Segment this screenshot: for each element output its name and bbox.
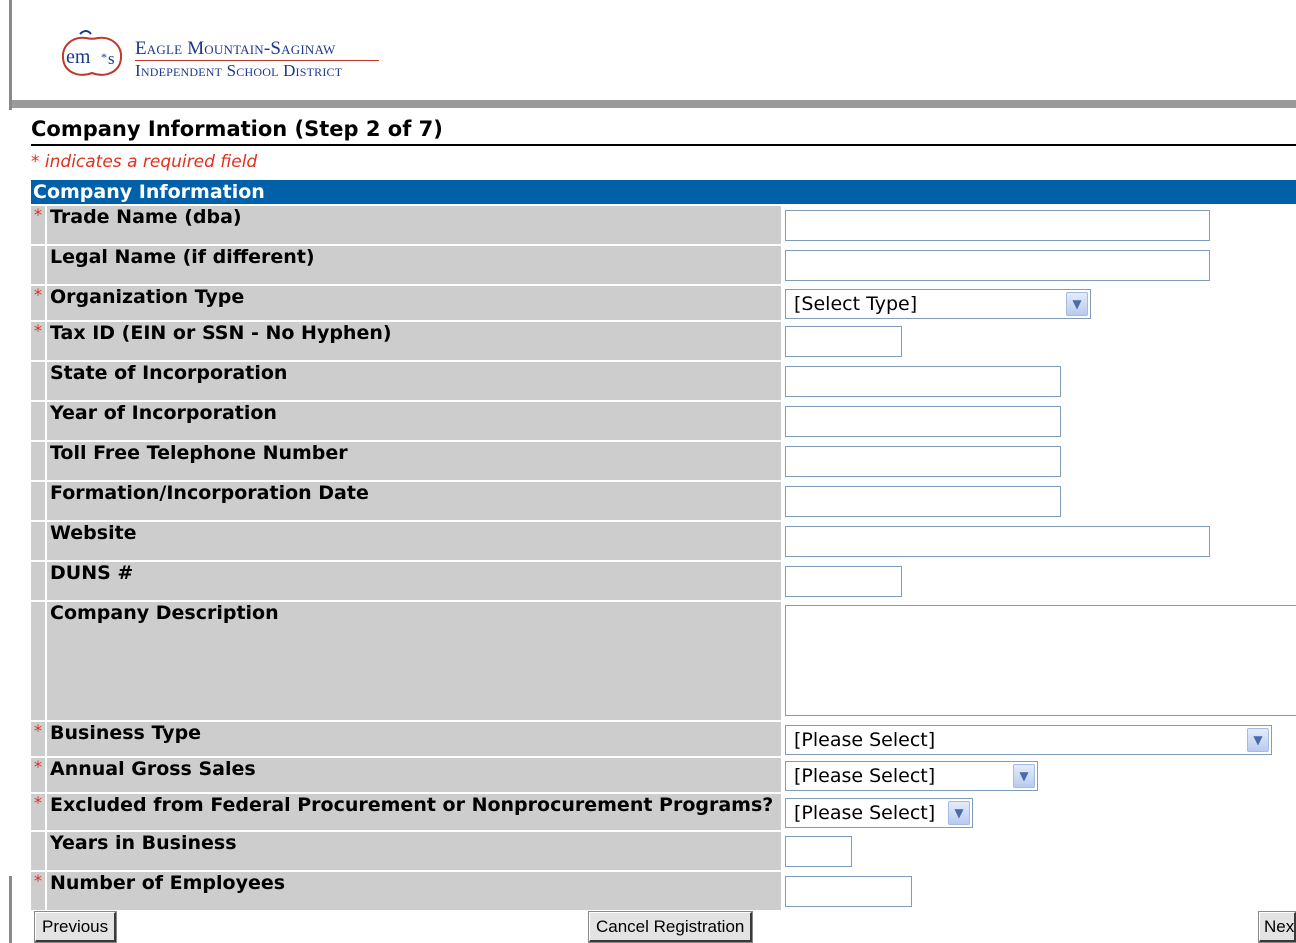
toll-free-phone-input[interactable] xyxy=(785,446,1061,477)
field-label: Toll Free Telephone Number xyxy=(47,442,781,480)
form-row-year-of-incorporation: Year of Incorporation xyxy=(31,402,1296,440)
marker-cell xyxy=(31,482,45,520)
form-row-business-type: * Business Type [Please Select] ▼ xyxy=(31,722,1296,756)
svg-text:em: em xyxy=(66,46,91,68)
tax-id-input[interactable] xyxy=(785,326,902,357)
marker-cell xyxy=(31,832,45,870)
previous-button[interactable]: Previous xyxy=(33,911,118,943)
title-divider xyxy=(31,144,1296,146)
field-label: Year of Incorporation xyxy=(47,402,781,440)
chevron-down-icon[interactable]: ▼ xyxy=(1247,728,1269,752)
marker-cell xyxy=(31,246,45,284)
form-row-trade-name: * Trade Name (dba) xyxy=(31,206,1296,244)
field-label: Organization Type xyxy=(47,286,781,320)
district-logo: em s * Eagle Mountain-Saginaw Independen… xyxy=(58,24,388,86)
field-label: Business Type xyxy=(47,722,781,756)
form-row-company-description: Company Description xyxy=(31,602,1296,720)
field-label: Excluded from Federal Procurement or Non… xyxy=(47,794,781,830)
year-of-incorporation-input[interactable] xyxy=(785,406,1061,437)
website-input[interactable] xyxy=(785,526,1210,557)
chevron-down-icon[interactable]: ▼ xyxy=(948,801,970,825)
number-of-employees-input[interactable] xyxy=(785,876,912,907)
required-field-note: * indicates a required field xyxy=(31,152,258,172)
form-row-website: Website xyxy=(31,522,1296,560)
form-row-tax-id: * Tax ID (EIN or SSN - No Hyphen) xyxy=(31,322,1296,360)
header-divider xyxy=(12,100,1296,108)
form-row-number-of-employees: * Number of Employees xyxy=(31,872,1296,910)
section-header: Company Information xyxy=(31,180,1296,204)
required-marker: * xyxy=(31,206,45,244)
required-marker: * xyxy=(31,722,45,756)
federal-exclusion-select[interactable]: [Please Select] ▼ xyxy=(785,798,973,828)
svg-text:*: * xyxy=(101,50,107,64)
duns-input[interactable] xyxy=(785,566,902,597)
left-border xyxy=(9,0,12,110)
legal-name-input[interactable] xyxy=(785,250,1210,281)
svg-text:s: s xyxy=(108,49,115,68)
required-marker: * xyxy=(31,286,45,320)
form-row-annual-gross-sales: * Annual Gross Sales [Please Select] ▼ xyxy=(31,758,1296,792)
next-button[interactable]: Next xyxy=(1258,911,1296,943)
required-marker: * xyxy=(31,794,45,830)
marker-cell xyxy=(31,522,45,560)
formation-date-input[interactable] xyxy=(785,486,1061,517)
marker-cell xyxy=(31,442,45,480)
form-row-duns: DUNS # xyxy=(31,562,1296,600)
annual-gross-sales-select[interactable]: [Please Select] ▼ xyxy=(785,761,1038,791)
required-marker: * xyxy=(31,322,45,360)
chevron-down-icon[interactable]: ▼ xyxy=(1066,292,1088,316)
field-label: Tax ID (EIN or SSN - No Hyphen) xyxy=(47,322,781,360)
field-label: Legal Name (if different) xyxy=(47,246,781,284)
form-row-legal-name: Legal Name (if different) xyxy=(31,246,1296,284)
marker-cell xyxy=(31,562,45,600)
organization-type-select[interactable]: [Select Type] ▼ xyxy=(785,289,1091,319)
form-row-federal-exclusion: * Excluded from Federal Procurement or N… xyxy=(31,794,1296,830)
field-label: Annual Gross Sales xyxy=(47,758,781,792)
logo-title: Eagle Mountain-Saginaw xyxy=(135,38,336,59)
select-value: [Please Select] xyxy=(794,765,936,787)
marker-cell xyxy=(31,602,45,720)
chevron-down-icon[interactable]: ▼ xyxy=(1013,764,1035,788)
field-label: Formation/Incorporation Date xyxy=(47,482,781,520)
field-label: DUNS # xyxy=(47,562,781,600)
form-row-years-in-business: Years in Business xyxy=(31,832,1296,870)
select-value: [Select Type] xyxy=(794,293,918,315)
marker-cell xyxy=(31,402,45,440)
required-marker: * xyxy=(31,872,45,910)
trade-name-input[interactable] xyxy=(785,210,1210,241)
field-label: State of Incorporation xyxy=(47,362,781,400)
company-description-textarea[interactable] xyxy=(785,605,1296,716)
state-of-incorporation-input[interactable] xyxy=(785,366,1061,397)
select-value: [Please Select] xyxy=(794,729,936,751)
years-in-business-input[interactable] xyxy=(785,836,852,867)
apple-logo-icon: em s * xyxy=(61,30,123,76)
form-row-state-of-incorporation: State of Incorporation xyxy=(31,362,1296,400)
field-label: Number of Employees xyxy=(47,872,781,910)
field-label: Company Description xyxy=(47,602,781,720)
page-title: Company Information (Step 2 of 7) xyxy=(31,117,443,141)
select-value: [Please Select] xyxy=(794,802,936,824)
field-label: Years in Business xyxy=(47,832,781,870)
field-label: Website xyxy=(47,522,781,560)
left-border-bottom xyxy=(9,876,12,943)
form-row-formation-date: Formation/Incorporation Date xyxy=(31,482,1296,520)
logo-subtitle: Independent School District xyxy=(135,61,343,80)
required-marker: * xyxy=(31,758,45,792)
form-row-toll-free-phone: Toll Free Telephone Number xyxy=(31,442,1296,480)
marker-cell xyxy=(31,362,45,400)
business-type-select[interactable]: [Please Select] ▼ xyxy=(785,725,1272,755)
form-row-organization-type: * Organization Type [Select Type] ▼ xyxy=(31,286,1296,320)
cancel-registration-button[interactable]: Cancel Registration xyxy=(587,911,754,943)
field-label: Trade Name (dba) xyxy=(47,206,781,244)
